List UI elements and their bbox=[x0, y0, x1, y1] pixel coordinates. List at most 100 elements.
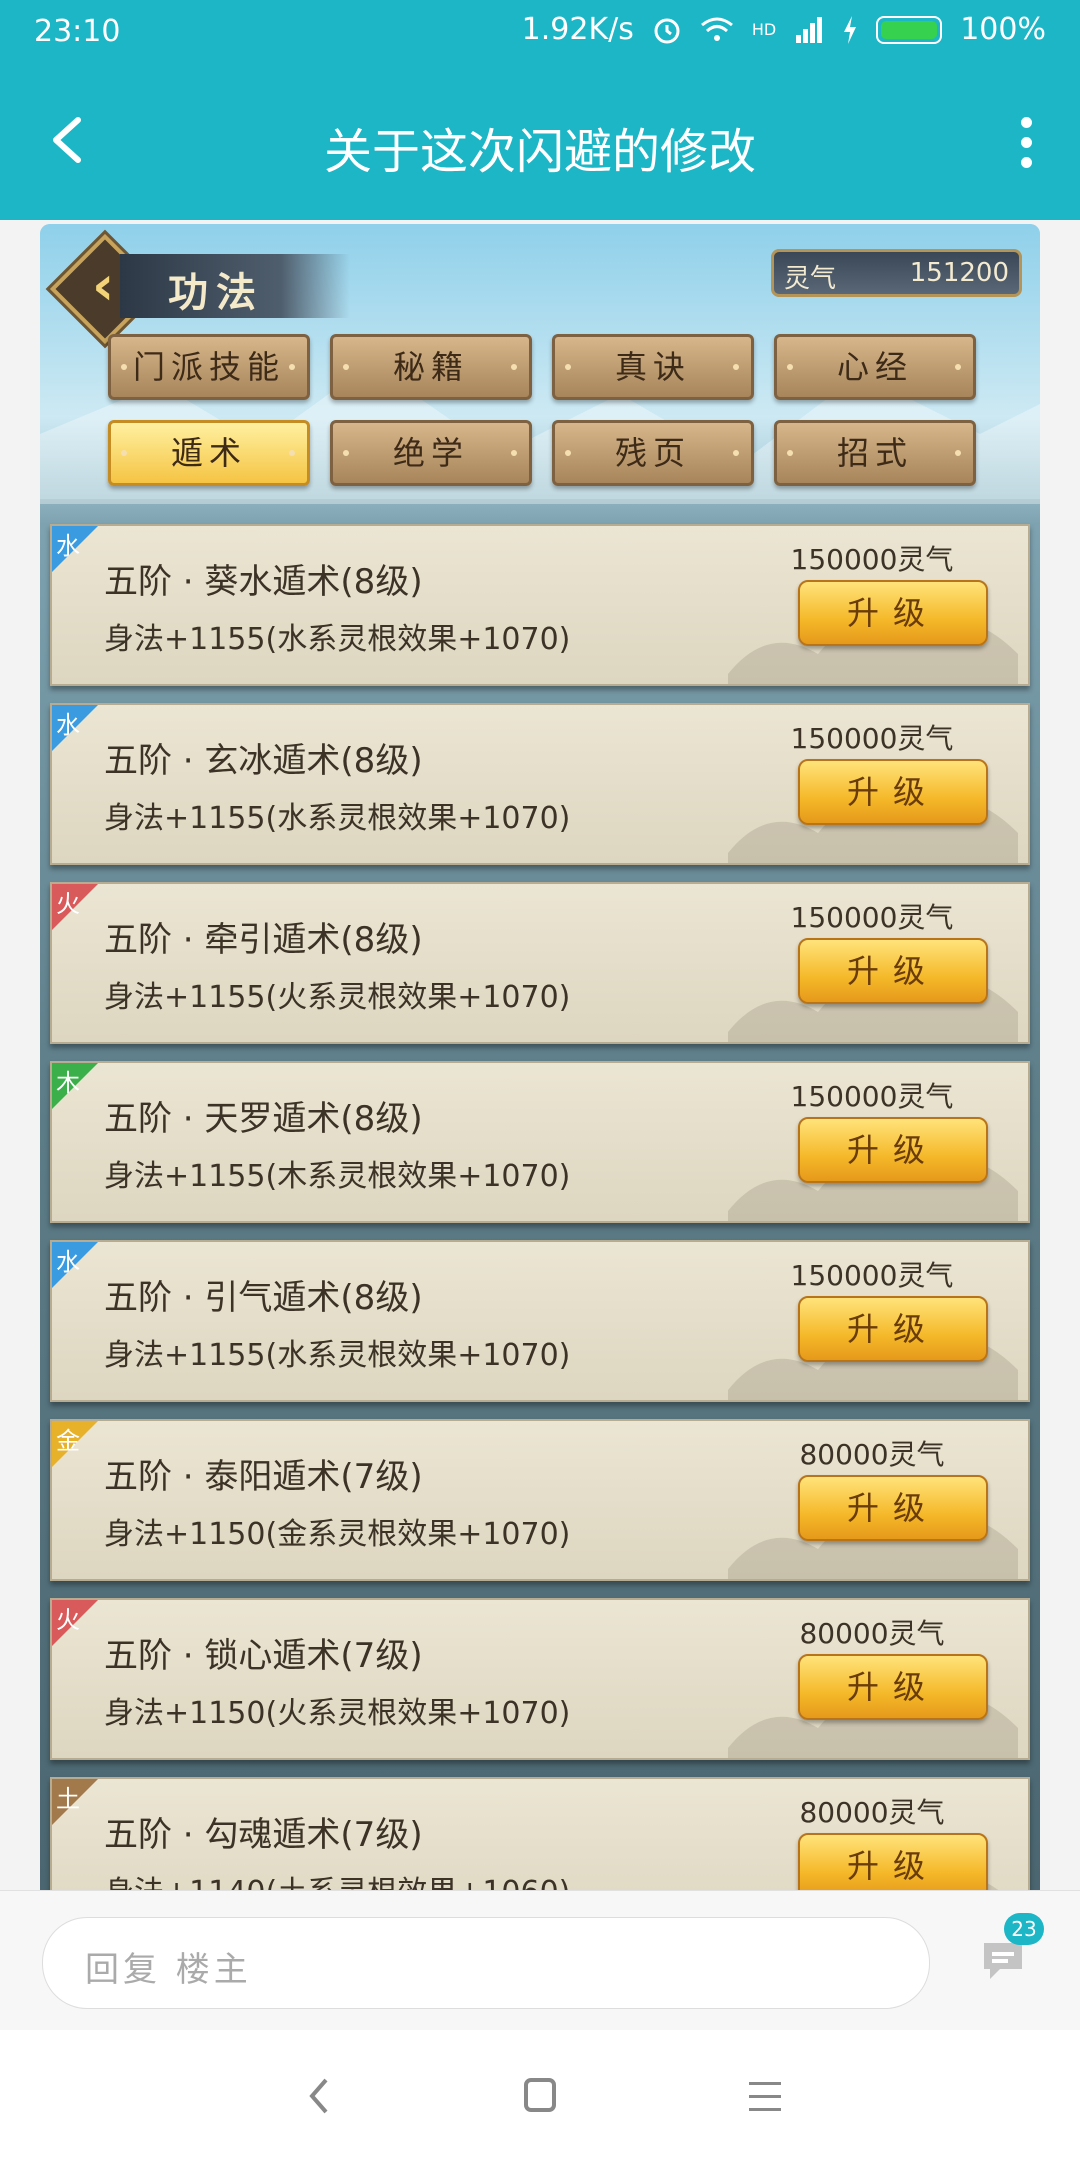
skill-card: 土五阶 · 勾魂遁术(7级) 身法+1140(土系灵根效果+1060) 80000灵… bbox=[50, 1777, 1030, 1890]
upgrade-button[interactable]: 升级 bbox=[798, 759, 988, 825]
tab-label: 绝学 bbox=[392, 434, 469, 472]
skill-desc: 身法+1155(木系灵根效果+1070) bbox=[104, 1159, 571, 1194]
element-char: 火 bbox=[56, 890, 80, 918]
status-right: 1.92K/s HD 100% bbox=[522, 12, 1046, 47]
skill-cost: 150000灵气 bbox=[790, 1080, 954, 1113]
skill-card: 火五阶 · 锁心遁术(7级) 身法+1150(火系灵根效果+1070) 80000灵… bbox=[50, 1598, 1030, 1760]
signal-icon bbox=[796, 16, 823, 43]
system-nav-bar bbox=[0, 2030, 1080, 2160]
upgrade-button[interactable]: 升级 bbox=[798, 1654, 988, 1720]
status-time: 23:10 bbox=[34, 14, 121, 49]
section-label: 功法 bbox=[168, 269, 264, 316]
element-char: 水 bbox=[56, 532, 80, 560]
upgrade-button[interactable]: 升级 bbox=[798, 580, 988, 646]
element-char: 木 bbox=[56, 1069, 80, 1097]
qi-label: 灵气 bbox=[784, 264, 837, 294]
skill-desc: 身法+1155(水系灵根效果+1070) bbox=[104, 801, 571, 836]
skill-card: 水五阶 · 引气遁术(8级) 身法+1155(水系灵根效果+1070) 150000… bbox=[50, 1240, 1030, 1402]
skill-name: 五阶 · 葵水遁术(8级) bbox=[104, 562, 423, 602]
upgrade-button[interactable]: 升级 bbox=[798, 1296, 988, 1362]
wifi-icon bbox=[700, 17, 733, 41]
reply-bar: 回复 楼主 23 bbox=[0, 1890, 1080, 2031]
upgrade-button[interactable]: 升级 bbox=[798, 938, 988, 1004]
qi-value: 151200 bbox=[909, 258, 1009, 288]
top-bar: 23:10 1.92K/s HD 100% 关于这次闪避的修改 bbox=[0, 0, 1080, 220]
skill-name: 五阶 · 玄冰遁术(8级) bbox=[104, 741, 423, 781]
reply-placeholder: 回复 楼主 bbox=[85, 1950, 252, 1990]
tab-label: 遁术 bbox=[170, 434, 247, 472]
skill-card: 水五阶 · 玄冰遁术(8级) 身法+1155(水系灵根效果+1070) 150000… bbox=[50, 703, 1030, 865]
comment-count-badge: 23 bbox=[1004, 1913, 1044, 1945]
tab-4[interactable]: 遁术 bbox=[108, 420, 310, 486]
skill-cost: 150000灵气 bbox=[790, 901, 954, 934]
element-badge: 火 bbox=[52, 1600, 98, 1646]
network-type: HD bbox=[751, 20, 777, 39]
tab-2[interactable]: 真诀 bbox=[552, 334, 754, 400]
battery-level: 100% bbox=[960, 12, 1046, 47]
battery-icon bbox=[876, 15, 943, 44]
app-bar: 关于这次闪避的修改 bbox=[0, 68, 1080, 220]
skill-name: 五阶 · 天罗遁术(8级) bbox=[104, 1099, 423, 1139]
tab-label: 残页 bbox=[614, 434, 691, 472]
upgrade-button[interactable]: 升级 bbox=[798, 1833, 988, 1890]
reply-input[interactable]: 回复 楼主 bbox=[42, 1917, 930, 2009]
nav-home-icon[interactable] bbox=[510, 2066, 570, 2126]
tab-1[interactable]: 秘籍 bbox=[330, 334, 532, 400]
tab-label: 心经 bbox=[836, 348, 913, 386]
skill-cost: 150000灵气 bbox=[790, 543, 954, 576]
tab-label: 招式 bbox=[836, 434, 913, 472]
page-title: 关于这次闪避的修改 bbox=[323, 124, 756, 180]
alarm-icon bbox=[654, 18, 680, 43]
element-badge: 水 bbox=[52, 1242, 98, 1288]
skill-card: 水五阶 · 葵水遁术(8级) 身法+1155(水系灵根效果+1070) 150000… bbox=[50, 524, 1030, 686]
charging-icon bbox=[844, 15, 857, 44]
upgrade-button[interactable]: 升级 bbox=[798, 1117, 988, 1183]
more-icon[interactable] bbox=[1014, 112, 1038, 172]
element-char: 土 bbox=[56, 1785, 80, 1813]
skill-cost: 80000灵气 bbox=[799, 1796, 945, 1829]
upgrade-button[interactable]: 升级 bbox=[798, 1475, 988, 1541]
skill-desc: 身法+1155(水系灵根效果+1070) bbox=[104, 1338, 571, 1373]
chevron-left-icon: ‹ bbox=[92, 254, 115, 317]
network-speed: 1.92K/s bbox=[521, 12, 634, 47]
game-screenshot: ‹ 功法 灵气 151200 门派技能 秘籍 真诀 心经 遁术 绝学 残页 招式 水五阶 · … bbox=[40, 224, 1040, 1890]
skill-name: 五阶 · 泰阳遁术(7级) bbox=[104, 1457, 423, 1497]
skill-cost: 150000灵气 bbox=[790, 1259, 954, 1292]
element-badge: 土 bbox=[52, 1779, 98, 1825]
element-badge: 水 bbox=[52, 526, 98, 572]
skill-desc: 身法+1150(火系灵根效果+1070) bbox=[104, 1696, 571, 1731]
skill-name: 五阶 · 勾魂遁术(7级) bbox=[104, 1815, 423, 1855]
skill-cost: 80000灵气 bbox=[799, 1438, 945, 1471]
status-bar: 23:10 1.92K/s HD 100% bbox=[0, 0, 1080, 68]
qi-display: 灵气 151200 bbox=[771, 249, 1022, 297]
tab-7[interactable]: 招式 bbox=[774, 420, 976, 486]
tab-5[interactable]: 绝学 bbox=[330, 420, 532, 486]
nav-menu-icon[interactable] bbox=[735, 2066, 795, 2126]
skill-cost: 80000灵气 bbox=[799, 1617, 945, 1650]
skill-desc: 身法+1140(土系灵根效果+1060) bbox=[104, 1867, 570, 1890]
skill-card: 火五阶 · 牵引遁术(8级) 身法+1155(火系灵根效果+1070) 150000… bbox=[50, 882, 1030, 1044]
skill-desc: 身法+1155(火系灵根效果+1070) bbox=[104, 980, 571, 1015]
element-char: 水 bbox=[56, 1248, 80, 1276]
tab-label: 真诀 bbox=[614, 348, 691, 386]
skill-name: 五阶 · 锁心遁术(7级) bbox=[104, 1636, 423, 1676]
skill-name: 五阶 · 牵引遁术(8级) bbox=[104, 920, 423, 960]
element-badge: 水 bbox=[52, 705, 98, 751]
element-badge: 金 bbox=[52, 1421, 98, 1467]
skill-desc: 身法+1150(金系灵根效果+1070) bbox=[104, 1517, 571, 1552]
skill-desc: 身法+1155(水系灵根效果+1070) bbox=[104, 622, 571, 657]
tab-label: 秘籍 bbox=[392, 348, 469, 386]
tab-label: 门派技能 bbox=[132, 348, 285, 386]
nav-back-icon[interactable] bbox=[290, 2066, 350, 2126]
tab-6[interactable]: 残页 bbox=[552, 420, 754, 486]
skill-name: 五阶 · 引气遁术(8级) bbox=[104, 1278, 423, 1318]
element-char: 水 bbox=[56, 711, 80, 739]
tab-3[interactable]: 心经 bbox=[774, 334, 976, 400]
skill-cost: 150000灵气 bbox=[790, 722, 954, 755]
skill-card: 木五阶 · 天罗遁术(8级) 身法+1155(木系灵根效果+1070) 150000… bbox=[50, 1061, 1030, 1223]
element-char: 金 bbox=[56, 1427, 80, 1455]
element-char: 火 bbox=[56, 1606, 80, 1634]
tab-0[interactable]: 门派技能 bbox=[108, 334, 310, 400]
skill-card: 金五阶 · 泰阳遁术(7级) 身法+1150(金系灵根效果+1070) 80000灵… bbox=[50, 1419, 1030, 1581]
section-title: ‹ 功法 bbox=[49, 233, 350, 345]
